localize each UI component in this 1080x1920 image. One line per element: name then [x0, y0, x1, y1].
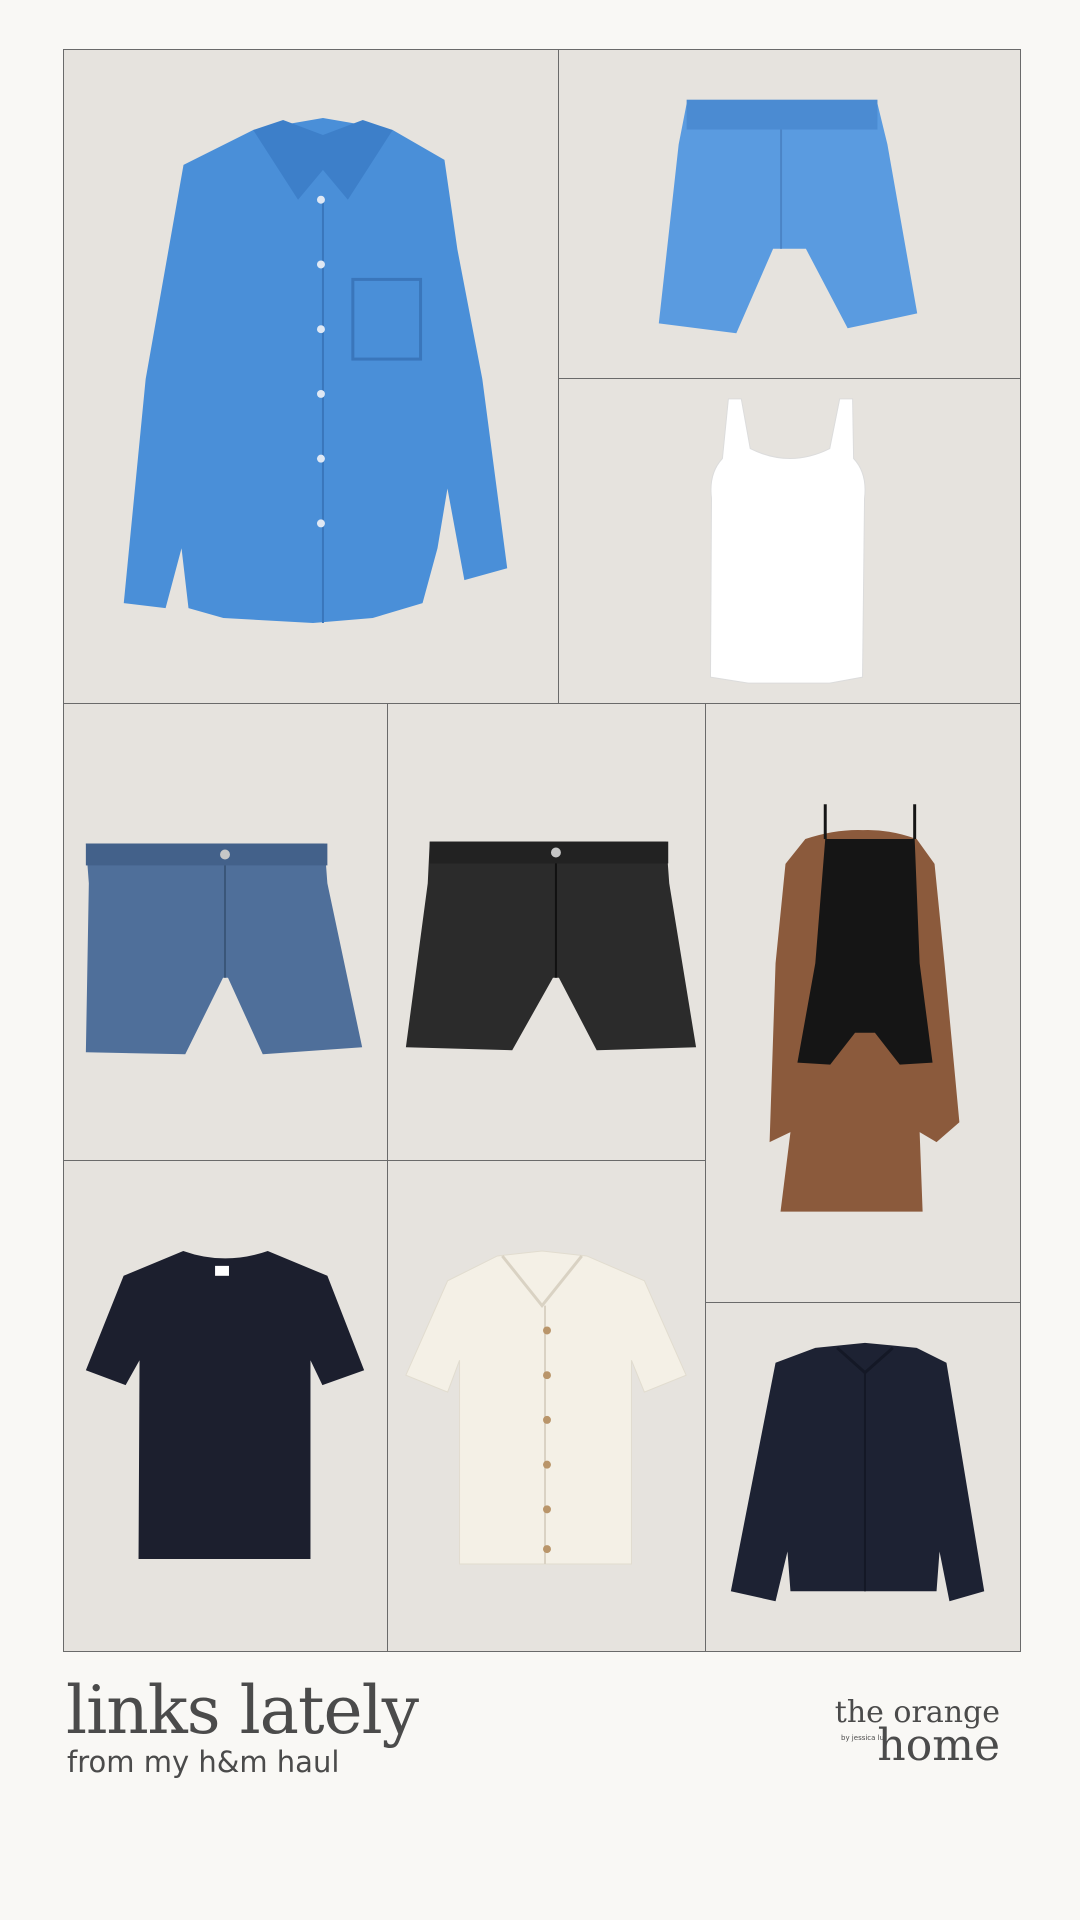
product-card-navy-jacket[interactable]: [705, 1302, 1021, 1652]
product-card-black-denim-shorts[interactable]: [387, 703, 706, 1161]
denim-shorts-icon: [85, 843, 363, 1055]
product-card-blue-shorts[interactable]: [558, 49, 1021, 379]
product-card-black-romper[interactable]: [705, 703, 1021, 1303]
product-card-white-tank[interactable]: [558, 378, 1021, 704]
denim-shorts-icon: [405, 841, 697, 1051]
tshirt-icon: [85, 1250, 365, 1560]
product-card-blue-shirt[interactable]: [63, 49, 559, 704]
product-card-cream-knit-shirt[interactable]: [387, 1160, 706, 1652]
brand-logo: the orange by jessica lui home: [820, 1698, 1000, 1778]
page-subtitle: from my h&m haul: [67, 1745, 340, 1779]
tank-icon: [709, 398, 866, 684]
shirt-icon: [123, 118, 508, 624]
page-title: links lately: [66, 1672, 419, 1749]
product-card-blue-denim-shorts[interactable]: [63, 703, 388, 1161]
logo-line2: home: [877, 1720, 1000, 1771]
jacket-icon: [730, 1342, 985, 1602]
romper-icon: [769, 804, 960, 1212]
shorts-icon: [658, 99, 918, 334]
product-card-navy-tshirt[interactable]: [63, 1160, 388, 1652]
knit-shirt-icon: [405, 1250, 687, 1565]
